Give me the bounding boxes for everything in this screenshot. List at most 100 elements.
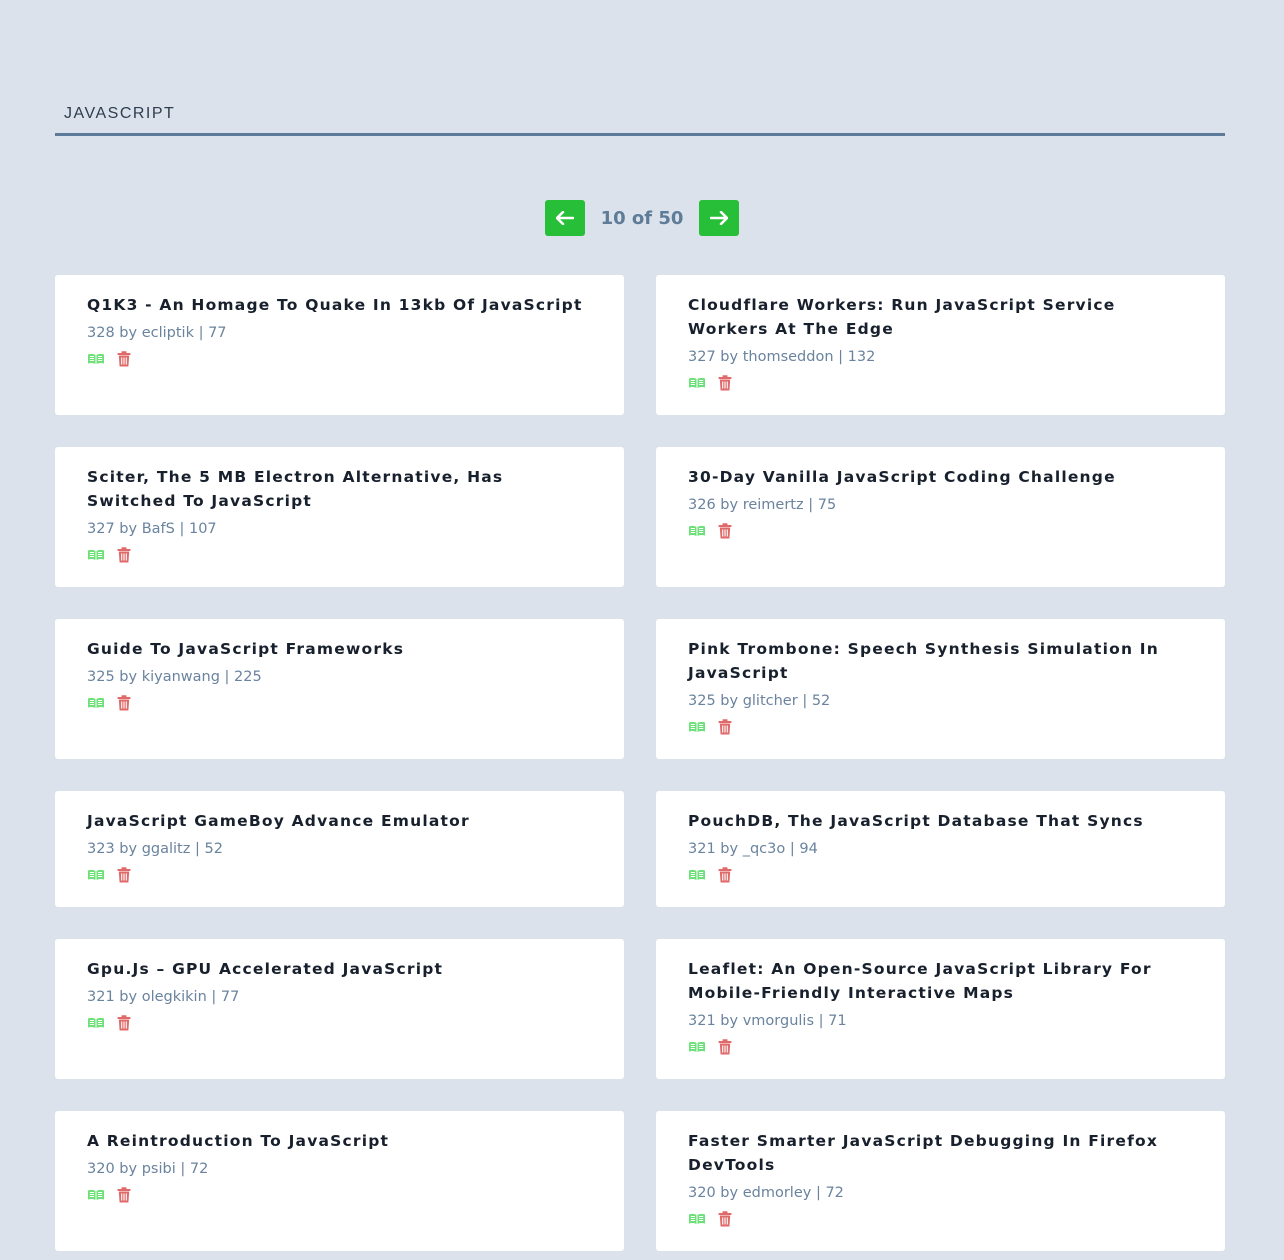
- book-open-icon[interactable]: [87, 1017, 105, 1029]
- story-comments: 52: [811, 693, 831, 709]
- story-title[interactable]: PouchDB, The JavaScript Database That Sy…: [688, 809, 1193, 833]
- story-title[interactable]: A Reintroduction To JavaScript: [87, 1129, 592, 1153]
- story-title[interactable]: Sciter, The 5 MB Electron Alternative, H…: [87, 465, 592, 513]
- story-card: PouchDB, The JavaScript Database That Sy…: [656, 791, 1225, 907]
- story-author: BafS: [141, 521, 175, 537]
- book-open-icon[interactable]: [688, 1041, 706, 1053]
- book-open-icon[interactable]: [688, 721, 706, 733]
- arrow-left-icon: [555, 211, 574, 225]
- trash-icon[interactable]: [117, 351, 131, 367]
- book-open-icon[interactable]: [688, 377, 706, 389]
- story-title[interactable]: Guide To JavaScript Frameworks: [87, 637, 592, 661]
- story-title[interactable]: Cloudflare Workers: Run JavaScript Servi…: [688, 293, 1193, 341]
- by-label: by: [720, 349, 739, 365]
- story-title[interactable]: Q1K3 - An Homage To Quake In 13kb Of Jav…: [87, 293, 592, 317]
- book-open-icon[interactable]: [87, 869, 105, 881]
- next-page-button[interactable]: [699, 200, 740, 236]
- by-label: by: [720, 1185, 739, 1201]
- story-author: reimertz: [742, 497, 804, 513]
- story-points: 321: [688, 841, 716, 857]
- story-card: Gpu.Js – GPU Accelerated JavaScript 321 b…: [55, 939, 624, 1079]
- story-title[interactable]: 30-Day Vanilla JavaScript Coding Challen…: [688, 465, 1193, 489]
- trash-icon[interactable]: [718, 375, 732, 391]
- story-meta: 328 by ecliptik | 77: [87, 321, 592, 345]
- story-actions: [688, 523, 1193, 539]
- book-open-icon[interactable]: [87, 549, 105, 561]
- trash-icon[interactable]: [117, 867, 131, 883]
- trash-icon[interactable]: [117, 547, 131, 563]
- story-comments: 132: [847, 349, 876, 365]
- trash-icon[interactable]: [718, 719, 732, 735]
- story-meta: 325 by glitcher | 52: [688, 689, 1193, 713]
- trash-icon[interactable]: [718, 1039, 732, 1055]
- meta-separator: |: [808, 497, 814, 513]
- search-bar: [55, 94, 1225, 136]
- story-comments: 94: [799, 841, 818, 857]
- pagination: 10 of 50: [0, 200, 1284, 236]
- meta-separator: |: [224, 669, 230, 685]
- story-meta: 320 by psibi | 72: [87, 1157, 592, 1181]
- story-title[interactable]: Faster Smarter JavaScript Debugging In F…: [688, 1129, 1193, 1177]
- story-meta: 321 by olegkikin | 77: [87, 985, 592, 1009]
- trash-icon[interactable]: [117, 1187, 131, 1203]
- story-comments: 72: [825, 1185, 844, 1201]
- book-open-icon[interactable]: [688, 525, 706, 537]
- story-card: Q1K3 - An Homage To Quake In 13kb Of Jav…: [55, 275, 624, 415]
- meta-separator: |: [818, 1013, 824, 1029]
- story-points: 325: [688, 693, 716, 709]
- story-card: 30-Day Vanilla JavaScript Coding Challen…: [656, 447, 1225, 587]
- book-open-icon[interactable]: [87, 353, 105, 365]
- story-author: vmorgulis: [742, 1013, 814, 1029]
- story-points: 325: [87, 669, 115, 685]
- story-author: ecliptik: [141, 325, 194, 341]
- story-points: 321: [688, 1013, 716, 1029]
- story-author: olegkikin: [141, 989, 207, 1005]
- story-title[interactable]: JavaScript GameBoy Advance Emulator: [87, 809, 592, 833]
- story-points: 323: [87, 841, 115, 857]
- story-author: glitcher: [742, 693, 798, 709]
- story-author: kiyanwang: [141, 669, 220, 685]
- trash-icon[interactable]: [718, 1211, 732, 1227]
- meta-separator: |: [198, 325, 204, 341]
- story-author: psibi: [141, 1161, 176, 1177]
- story-actions: [87, 1187, 592, 1203]
- story-actions: [87, 695, 592, 711]
- story-points: 321: [87, 989, 115, 1005]
- story-actions: [87, 867, 592, 883]
- story-points: 327: [87, 521, 115, 537]
- story-list: Q1K3 - An Homage To Quake In 13kb Of Jav…: [55, 275, 1225, 1251]
- story-author: edmorley: [742, 1185, 812, 1201]
- meta-separator: |: [838, 349, 844, 365]
- by-label: by: [119, 669, 138, 685]
- story-meta: 323 by ggalitz | 52: [87, 837, 592, 861]
- by-label: by: [720, 841, 739, 857]
- book-open-icon[interactable]: [688, 1213, 706, 1225]
- meta-separator: |: [211, 989, 217, 1005]
- meta-separator: |: [194, 841, 200, 857]
- search-input[interactable]: [55, 94, 1225, 133]
- trash-icon[interactable]: [718, 523, 732, 539]
- meta-separator: |: [179, 521, 185, 537]
- story-title[interactable]: Pink Trombone: Speech Synthesis Simulati…: [688, 637, 1193, 685]
- book-open-icon[interactable]: [87, 697, 105, 709]
- book-open-icon[interactable]: [87, 1189, 105, 1201]
- book-open-icon[interactable]: [688, 869, 706, 881]
- story-comments: 72: [189, 1161, 209, 1177]
- prev-page-button[interactable]: [544, 200, 585, 236]
- story-points: 326: [688, 497, 716, 513]
- story-title[interactable]: Leaflet: An Open-Source JavaScript Libra…: [688, 957, 1193, 1005]
- trash-icon[interactable]: [718, 867, 732, 883]
- trash-icon[interactable]: [117, 695, 131, 711]
- story-author: _qc3o: [742, 841, 786, 857]
- trash-icon[interactable]: [117, 1015, 131, 1031]
- story-comments: 52: [204, 841, 223, 857]
- story-meta: 320 by edmorley | 72: [688, 1181, 1193, 1205]
- by-label: by: [119, 1161, 138, 1177]
- story-actions: [87, 1015, 592, 1031]
- story-card: Pink Trombone: Speech Synthesis Simulati…: [656, 619, 1225, 759]
- story-title[interactable]: Gpu.Js – GPU Accelerated JavaScript: [87, 957, 592, 981]
- story-comments: 77: [208, 325, 227, 341]
- by-label: by: [720, 693, 739, 709]
- story-actions: [87, 351, 592, 367]
- story-meta: 327 by BafS | 107: [87, 517, 592, 541]
